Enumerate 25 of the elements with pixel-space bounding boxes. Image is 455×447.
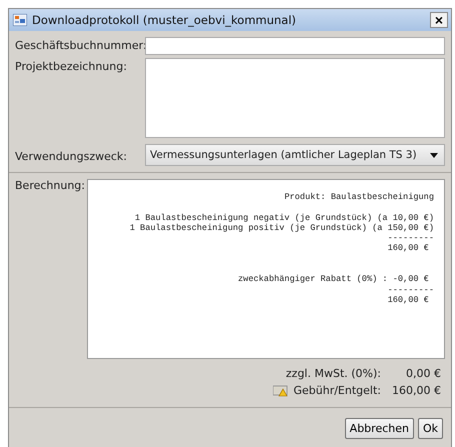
report-line: 1 Baulastbescheinigung negativ (je Grundstück) (a 10,00 €) bbox=[134, 212, 434, 223]
purpose-dropdown[interactable]: Vermessungsunterlagen (amtlicher Lageplan TS 3) bbox=[145, 144, 445, 166]
field-label: Projektbezeichnung: bbox=[15, 59, 128, 73]
total-label: zzgl. MwSt. (0%): bbox=[286, 367, 381, 380]
field-label: Berechnung: bbox=[15, 179, 86, 192]
dialog-button[interactable]: Ok bbox=[418, 418, 443, 439]
total-value: 0,00 € bbox=[405, 367, 441, 380]
report-line: 160,00 € bbox=[386, 294, 430, 306]
project-name-field[interactable] bbox=[145, 58, 445, 138]
business-number-field[interactable] bbox=[145, 37, 445, 55]
app-icon bbox=[13, 14, 27, 26]
report-line: 1 Baulastbescheinigung positiv (je Grundstück) (a 150,00 €) bbox=[128, 222, 434, 234]
window-title: Downloadprotokoll (muster_oebvi_kommunal) bbox=[32, 13, 298, 27]
dialog-button[interactable]: Abbrechen bbox=[344, 418, 414, 439]
report-line: Produkt: Baulastbescheinigung bbox=[283, 192, 434, 202]
field-label: Verwendungszweck: bbox=[15, 148, 128, 162]
close-button[interactable]: × bbox=[430, 12, 448, 28]
report-line: --------- bbox=[386, 233, 434, 244]
report-line: --------- bbox=[386, 284, 434, 295]
total-value: 160,00 € bbox=[391, 384, 441, 397]
field-label: Geschäftsbuchnummer: bbox=[15, 38, 145, 52]
report-line: 160,00 € bbox=[386, 243, 430, 254]
total-label: Gebühr/Entgelt: bbox=[293, 384, 381, 397]
report-line: zweckabhängiger Rabatt (0%) : -0,00 € bbox=[237, 274, 430, 285]
caret-icon bbox=[430, 152, 438, 158]
